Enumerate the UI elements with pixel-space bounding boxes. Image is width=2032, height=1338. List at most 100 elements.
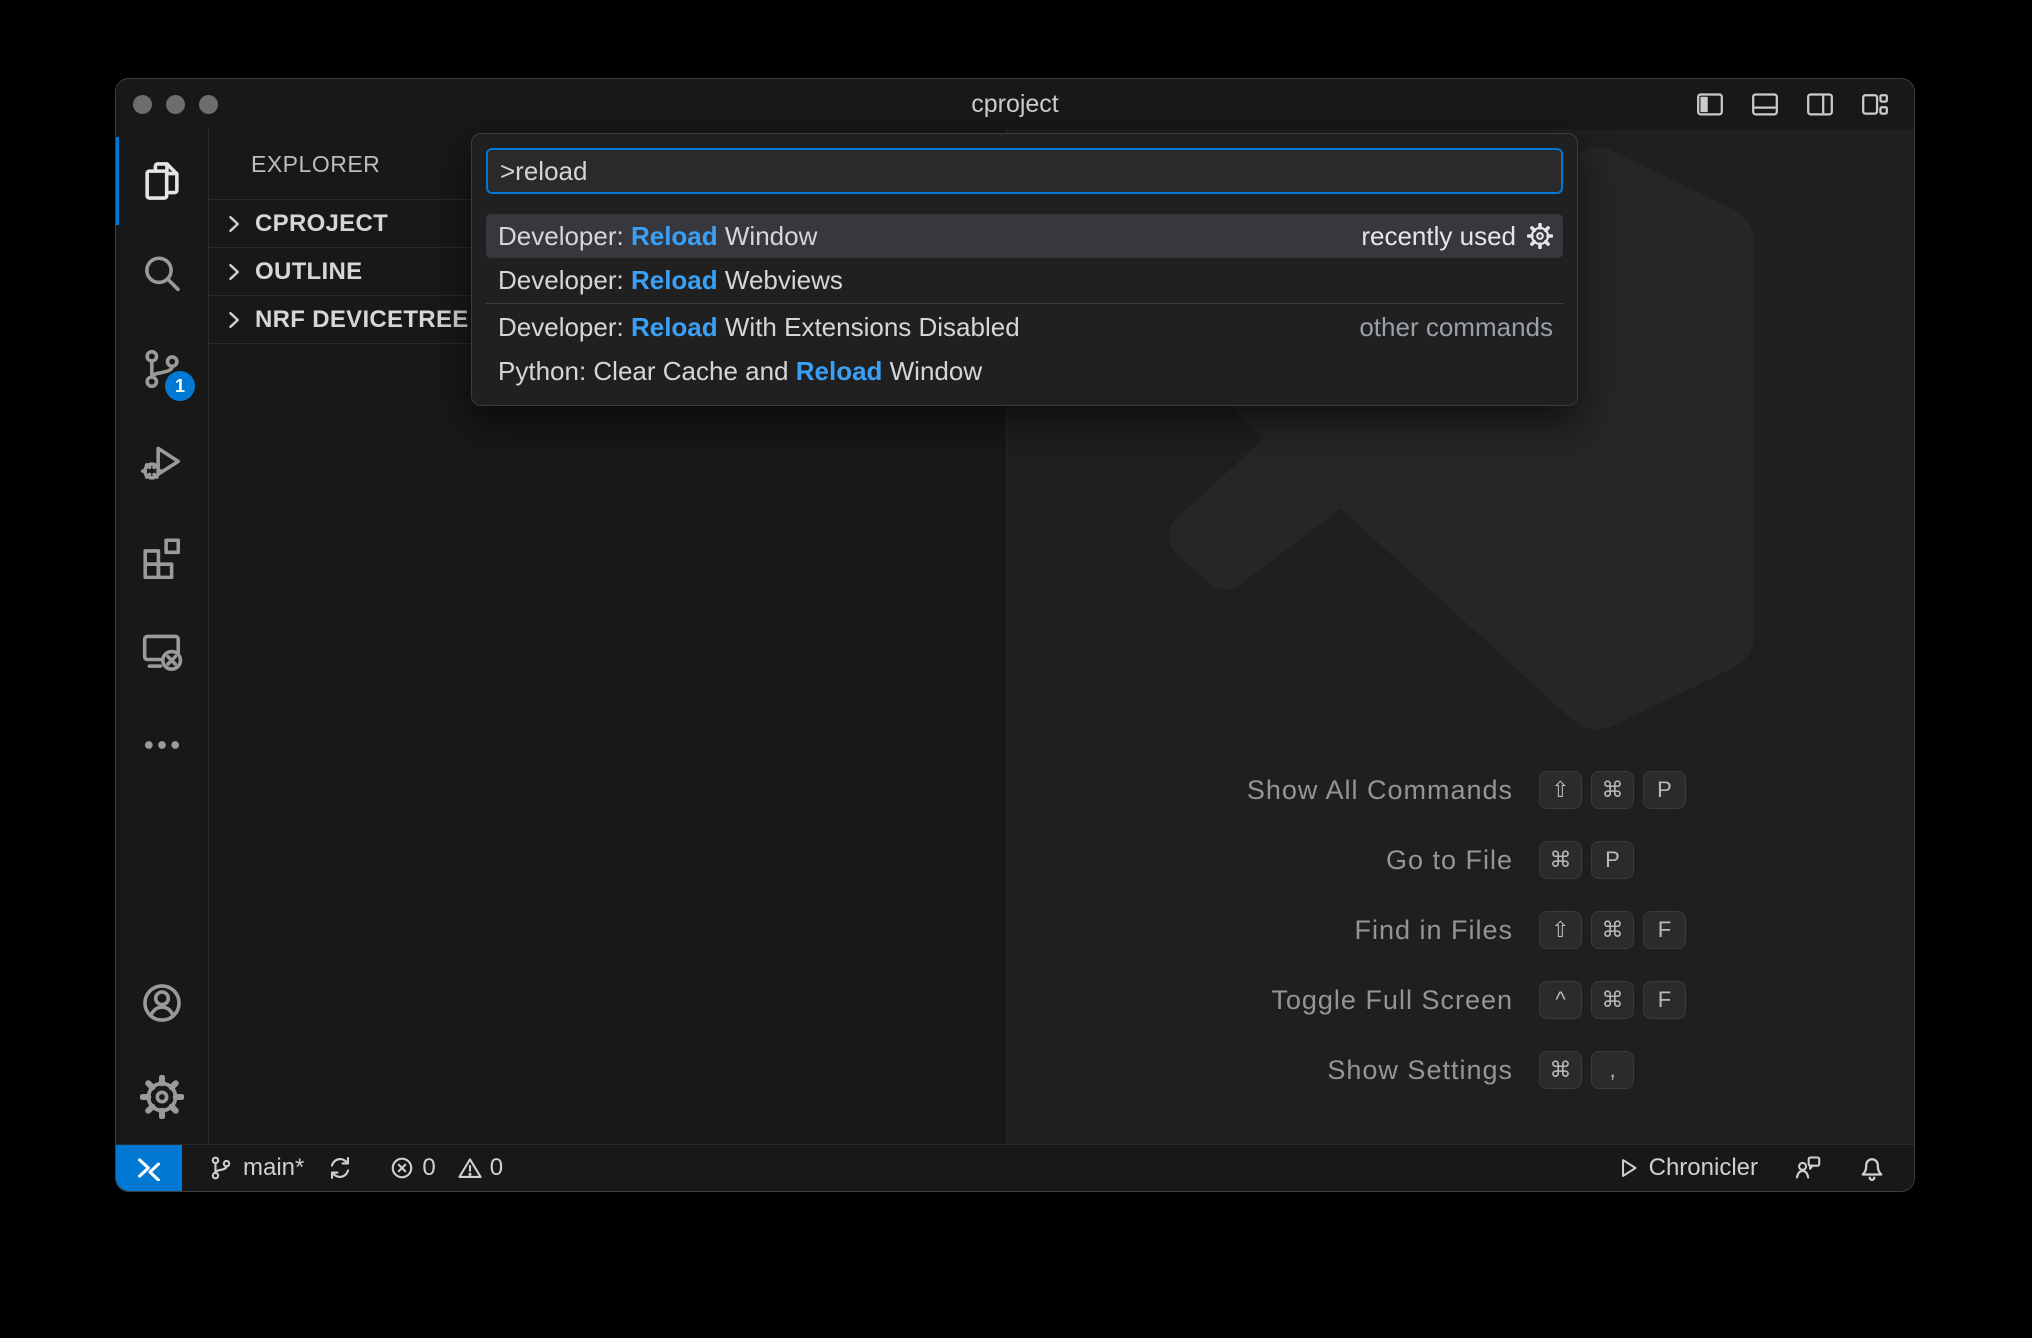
status-bar: main* 0 0 Chronicler [116, 1144, 1914, 1191]
feedback-icon [1794, 1154, 1822, 1182]
window-title: cproject [971, 90, 1059, 119]
toggle-primary-sidebar-icon[interactable] [1695, 89, 1725, 119]
palette-row-reload-extensions-disabled[interactable]: Developer: Reload With Extensions Disabl… [486, 305, 1563, 349]
remote-icon [136, 1155, 162, 1181]
zoom-button[interactable] [199, 95, 218, 114]
toggle-panel-icon[interactable] [1750, 89, 1780, 119]
keycap-letter: F [1643, 981, 1686, 1019]
activity-item-source-control[interactable]: 1 [116, 322, 208, 416]
activity-item-accounts[interactable] [116, 956, 208, 1050]
vscode-window: cproject 1 [115, 78, 1915, 1192]
match-highlight: Reload [631, 221, 718, 252]
warning-icon [457, 1155, 483, 1181]
chevron-right-icon [221, 307, 247, 333]
debug-icon [140, 441, 184, 485]
palette-row-python-clear-cache[interactable]: Python: Clear Cache and Reload Window [486, 349, 1563, 393]
activity-item-search[interactable] [116, 228, 208, 322]
shortcut-row: Show All Commands ⇧ ⌘ P [1006, 755, 1914, 825]
shortcut-row: Show Settings ⌘ , [1006, 1035, 1914, 1105]
activity-item-extensions[interactable] [116, 510, 208, 604]
chevron-right-icon [221, 211, 247, 237]
chronicler-label: Chronicler [1649, 1154, 1758, 1182]
error-count: 0 [422, 1154, 435, 1182]
keycap-cmd: ⌘ [1591, 911, 1634, 949]
palette-separator [486, 303, 1563, 304]
keycap-letter: P [1643, 771, 1686, 809]
section-label: NRF DEVICETREE [255, 306, 469, 334]
customize-layout-icon[interactable] [1860, 89, 1890, 119]
keycap-letter: F [1643, 911, 1686, 949]
keycap-cmd: ⌘ [1591, 981, 1634, 1019]
activity-item-remote-explorer[interactable] [116, 604, 208, 698]
activity-item-more[interactable] [116, 698, 208, 792]
desktop-background: { "window": { "title": "cproject" }, "ti… [0, 0, 2032, 1338]
row-right-label: recently used [1361, 221, 1553, 252]
command-query: >reload [500, 156, 587, 187]
toggle-secondary-sidebar-icon[interactable] [1805, 89, 1835, 119]
section-label: OUTLINE [255, 258, 362, 286]
match-highlight: Reload [796, 356, 883, 387]
notifications-button[interactable] [1858, 1154, 1886, 1182]
keycap-comma: , [1591, 1051, 1634, 1089]
shortcut-keys: ^ ⌘ F [1539, 981, 1686, 1019]
configure-keybinding-gear-icon[interactable] [1527, 223, 1553, 249]
titlebar: cproject [116, 79, 1914, 130]
command-text: Developer: Reload Webviews [498, 265, 843, 296]
shortcut-keys: ⇧ ⌘ F [1539, 911, 1686, 949]
account-icon [140, 981, 184, 1025]
shortcut-row: Go to File ⌘ P [1006, 825, 1914, 895]
traffic-lights [133, 79, 218, 129]
shortcut-keys: ⌘ P [1539, 841, 1634, 879]
problems-status[interactable]: 0 0 [389, 1154, 503, 1182]
command-input[interactable]: >reload [486, 148, 1563, 194]
play-icon [1616, 1156, 1640, 1180]
sync-icon[interactable] [327, 1155, 353, 1181]
chronicler-status[interactable]: Chronicler [1616, 1154, 1758, 1182]
ellipsis-icon [140, 723, 184, 767]
layout-controls [1695, 79, 1890, 129]
shortcut-label: Go to File [1006, 845, 1513, 876]
close-button[interactable] [133, 95, 152, 114]
feedback-button[interactable] [1794, 1154, 1822, 1182]
match-highlight: Reload [631, 312, 718, 343]
remote-explorer-icon [140, 629, 184, 673]
branch-name: main* [243, 1154, 304, 1182]
command-text: Developer: Reload Window [498, 221, 817, 252]
activity-bar-bottom [116, 956, 208, 1144]
shortcut-label: Show Settings [1006, 1055, 1513, 1086]
command-text: Python: Clear Cache and Reload Window [498, 356, 982, 387]
minimize-button[interactable] [166, 95, 185, 114]
shortcut-row: Find in Files ⇧ ⌘ F [1006, 895, 1914, 965]
keycap-shift: ⇧ [1539, 771, 1582, 809]
activity-item-settings[interactable] [116, 1050, 208, 1144]
branch-status[interactable]: main* [208, 1154, 353, 1182]
palette-row-reload-webviews[interactable]: Developer: Reload Webviews [486, 258, 1563, 302]
shortcut-keys: ⇧ ⌘ P [1539, 771, 1686, 809]
activity-item-run-debug[interactable] [116, 416, 208, 510]
command-palette: >reload Developer: Reload Window recentl… [471, 133, 1578, 406]
shortcut-label: Show All Commands [1006, 775, 1513, 806]
keycap-cmd: ⌘ [1539, 1051, 1582, 1089]
shortcut-row: Toggle Full Screen ^ ⌘ F [1006, 965, 1914, 1035]
keycap-shift: ⇧ [1539, 911, 1582, 949]
shortcut-keys: ⌘ , [1539, 1051, 1634, 1089]
command-text: Developer: Reload With Extensions Disabl… [498, 312, 1020, 343]
section-label: CPROJECT [255, 210, 388, 238]
match-highlight: Reload [631, 265, 718, 296]
activity-bar-items: 1 [116, 129, 208, 792]
search-icon [140, 253, 184, 297]
palette-row-reload-window[interactable]: Developer: Reload Window recently used [486, 214, 1563, 258]
keycap-cmd: ⌘ [1539, 841, 1582, 879]
keycap-ctrl: ^ [1539, 981, 1582, 1019]
warning-count: 0 [490, 1154, 503, 1182]
row-right-label: other commands [1359, 312, 1553, 343]
bell-icon [1858, 1154, 1886, 1182]
keycap-cmd: ⌘ [1591, 771, 1634, 809]
files-icon [140, 159, 184, 203]
activity-item-explorer[interactable] [116, 134, 208, 228]
shortcut-label: Toggle Full Screen [1006, 985, 1513, 1016]
git-branch-icon [208, 1155, 234, 1181]
remote-indicator[interactable] [116, 1145, 182, 1191]
keycap-letter: P [1591, 841, 1634, 879]
scm-badge: 1 [165, 371, 195, 401]
